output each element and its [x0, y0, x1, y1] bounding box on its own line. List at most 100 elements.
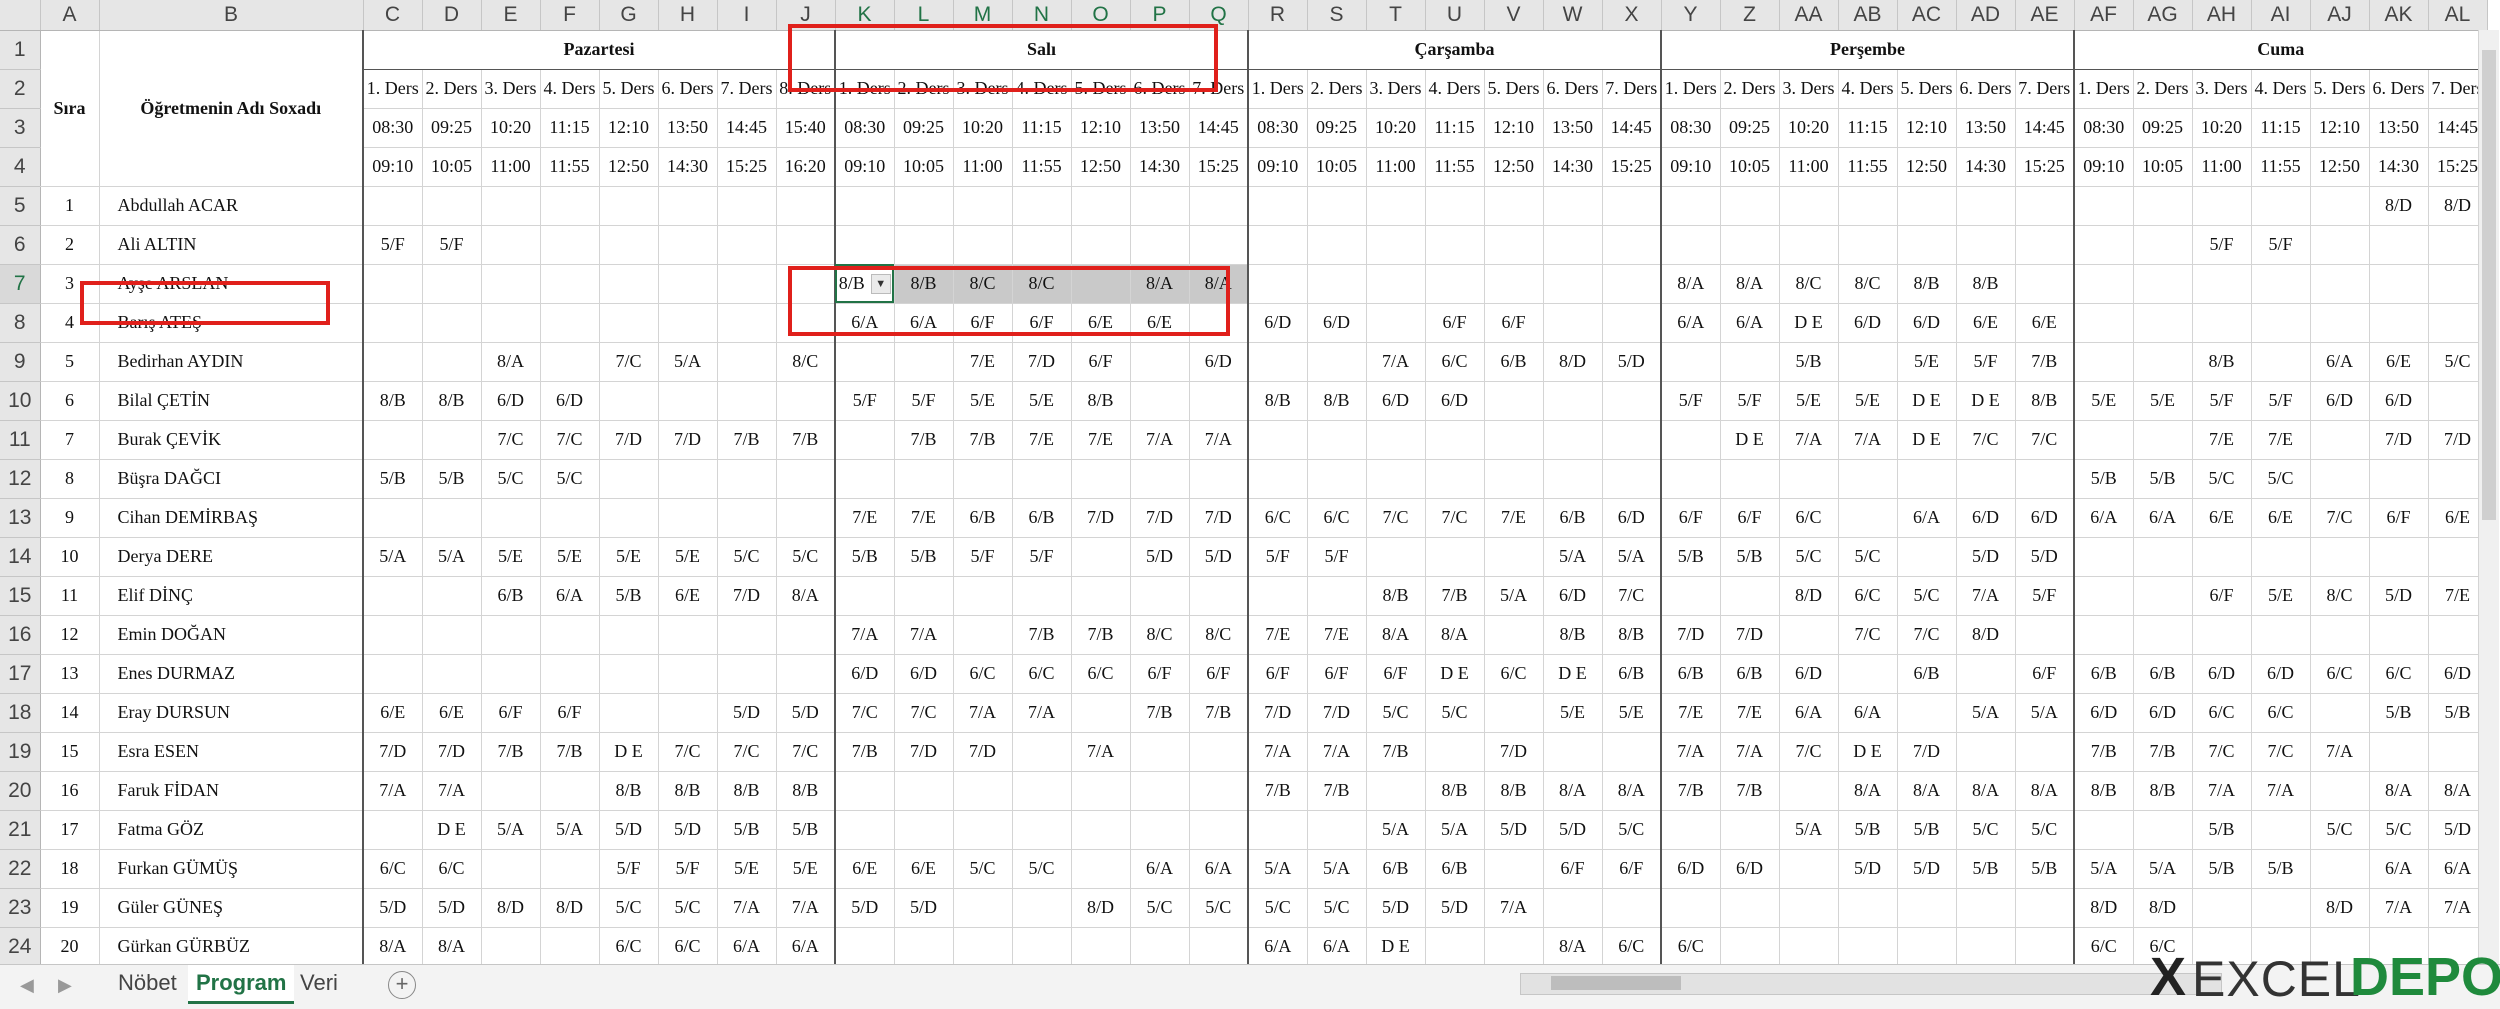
lesson-cell[interactable]: 6/C: [1012, 654, 1072, 694]
lesson-cell[interactable]: 8/D: [2310, 888, 2370, 928]
column-header[interactable]: AG: [2133, 0, 2193, 31]
sira-cell[interactable]: 5: [40, 342, 100, 382]
lesson-cell[interactable]: [2251, 537, 2311, 577]
horizontal-scroll-thumb[interactable]: [1551, 976, 1681, 990]
lesson-cell[interactable]: 6/F: [1484, 303, 1544, 343]
lesson-cell[interactable]: [894, 225, 954, 265]
lesson-cell[interactable]: 7/C: [481, 420, 541, 460]
lesson-cell[interactable]: [1484, 927, 1544, 967]
add-sheet-icon[interactable]: +: [388, 971, 416, 999]
row-header[interactable]: 21: [0, 810, 41, 850]
end-time[interactable]: 14:30: [1543, 147, 1603, 187]
sira-cell[interactable]: 8: [40, 459, 100, 499]
lesson-cell[interactable]: [834, 771, 895, 811]
lesson-cell[interactable]: [599, 186, 659, 226]
end-time[interactable]: 12:50: [599, 147, 659, 187]
lesson-label[interactable]: 5. Ders: [1897, 69, 1957, 109]
lesson-cell[interactable]: 6/D: [1189, 342, 1249, 382]
lesson-cell[interactable]: [2133, 810, 2193, 850]
lesson-cell[interactable]: 8/B: [2133, 771, 2193, 811]
column-header[interactable]: I: [717, 0, 777, 31]
lesson-label[interactable]: 4. Ders: [1425, 69, 1485, 109]
start-time[interactable]: 14:45: [1602, 108, 1662, 148]
lesson-cell[interactable]: 6/D: [2251, 654, 2311, 694]
lesson-cell[interactable]: [1366, 186, 1426, 226]
start-time[interactable]: 10:20: [1779, 108, 1839, 148]
lesson-cell[interactable]: [894, 771, 954, 811]
lesson-label[interactable]: 3. Ders: [1366, 69, 1426, 109]
lesson-cell[interactable]: [834, 186, 895, 226]
column-header[interactable]: Q: [1189, 0, 1249, 31]
prev-sheet-icon[interactable]: ◀: [20, 975, 34, 996]
lesson-cell[interactable]: [2133, 225, 2193, 265]
lesson-cell[interactable]: [1130, 732, 1190, 772]
lesson-cell[interactable]: [1838, 654, 1898, 694]
lesson-cell[interactable]: 6/A: [2073, 498, 2134, 538]
lesson-cell[interactable]: 8/B: [1602, 615, 1662, 655]
lesson-cell[interactable]: 6/E: [1130, 303, 1190, 343]
lesson-cell[interactable]: [1366, 537, 1426, 577]
lesson-cell[interactable]: 6/E: [658, 576, 718, 616]
day-header[interactable]: Pazartesi: [362, 30, 836, 70]
lesson-cell[interactable]: [362, 654, 423, 694]
lesson-cell[interactable]: 7/B: [953, 420, 1013, 460]
lesson-cell[interactable]: 7/B: [1307, 771, 1367, 811]
lesson-cell[interactable]: 6/B: [953, 498, 1013, 538]
lesson-cell[interactable]: [2192, 303, 2252, 343]
lesson-cell[interactable]: 8/B: [1484, 771, 1544, 811]
lesson-cell[interactable]: [481, 225, 541, 265]
lesson-cell[interactable]: [1307, 186, 1367, 226]
column-header[interactable]: C: [363, 0, 423, 31]
end-time[interactable]: 11:00: [481, 147, 541, 187]
column-header[interactable]: K: [835, 0, 895, 31]
lesson-cell[interactable]: 6/F: [1425, 303, 1485, 343]
lesson-cell[interactable]: 5/E: [1012, 381, 1072, 421]
lesson-cell[interactable]: [1602, 381, 1662, 421]
start-time[interactable]: 09:25: [1307, 108, 1367, 148]
lesson-cell[interactable]: 5/E: [658, 537, 718, 577]
lesson-cell[interactable]: 6/B: [1366, 849, 1426, 889]
teacher-name-cell[interactable]: Faruk FİDAN: [99, 771, 364, 811]
lesson-cell[interactable]: 6/C: [2073, 927, 2134, 967]
lesson-cell[interactable]: 7/E: [2192, 420, 2252, 460]
lesson-cell[interactable]: 7/A: [1130, 420, 1190, 460]
lesson-cell[interactable]: 6/E: [894, 849, 954, 889]
lesson-cell[interactable]: 5/F: [658, 849, 718, 889]
lesson-cell[interactable]: 8/D: [2073, 888, 2134, 928]
end-time[interactable]: 09:10: [1660, 147, 1721, 187]
lesson-cell[interactable]: [1720, 888, 1780, 928]
lesson-cell[interactable]: 5/E: [717, 849, 777, 889]
teacher-name-header[interactable]: Öğretmenin Adı Soxadı: [99, 30, 364, 187]
lesson-cell[interactable]: [1660, 888, 1721, 928]
lesson-cell[interactable]: [658, 693, 718, 733]
lesson-cell[interactable]: 8/A: [1543, 771, 1603, 811]
lesson-cell[interactable]: 6/C: [1247, 498, 1308, 538]
lesson-cell[interactable]: [362, 810, 423, 850]
lesson-cell[interactable]: [1012, 888, 1072, 928]
end-time[interactable]: 11:55: [540, 147, 600, 187]
lesson-cell[interactable]: [1130, 576, 1190, 616]
lesson-cell[interactable]: 8/D: [1543, 342, 1603, 382]
teacher-name-cell[interactable]: Abdullah ACAR: [99, 186, 364, 226]
lesson-cell[interactable]: [2133, 576, 2193, 616]
lesson-cell[interactable]: 5/F: [1956, 342, 2016, 382]
lesson-cell[interactable]: [717, 186, 777, 226]
lesson-cell[interactable]: 8/A: [1366, 615, 1426, 655]
lesson-cell[interactable]: 7/B: [894, 420, 954, 460]
lesson-cell[interactable]: [2369, 732, 2429, 772]
lesson-label[interactable]: 4. Ders: [540, 69, 600, 109]
lesson-cell[interactable]: 6/D: [1779, 654, 1839, 694]
lesson-cell[interactable]: 8/A: [1602, 771, 1662, 811]
column-header[interactable]: D: [422, 0, 482, 31]
lesson-cell[interactable]: [1602, 303, 1662, 343]
lesson-cell[interactable]: [776, 186, 836, 226]
lesson-cell[interactable]: [1838, 225, 1898, 265]
lesson-cell[interactable]: [2073, 186, 2134, 226]
column-header[interactable]: N: [1012, 0, 1072, 31]
end-time[interactable]: 12:50: [2310, 147, 2370, 187]
lesson-cell[interactable]: [2015, 186, 2075, 226]
lesson-cell[interactable]: [540, 186, 600, 226]
lesson-cell[interactable]: 5/C: [1307, 888, 1367, 928]
column-header[interactable]: F: [540, 0, 600, 31]
lesson-cell[interactable]: [894, 342, 954, 382]
